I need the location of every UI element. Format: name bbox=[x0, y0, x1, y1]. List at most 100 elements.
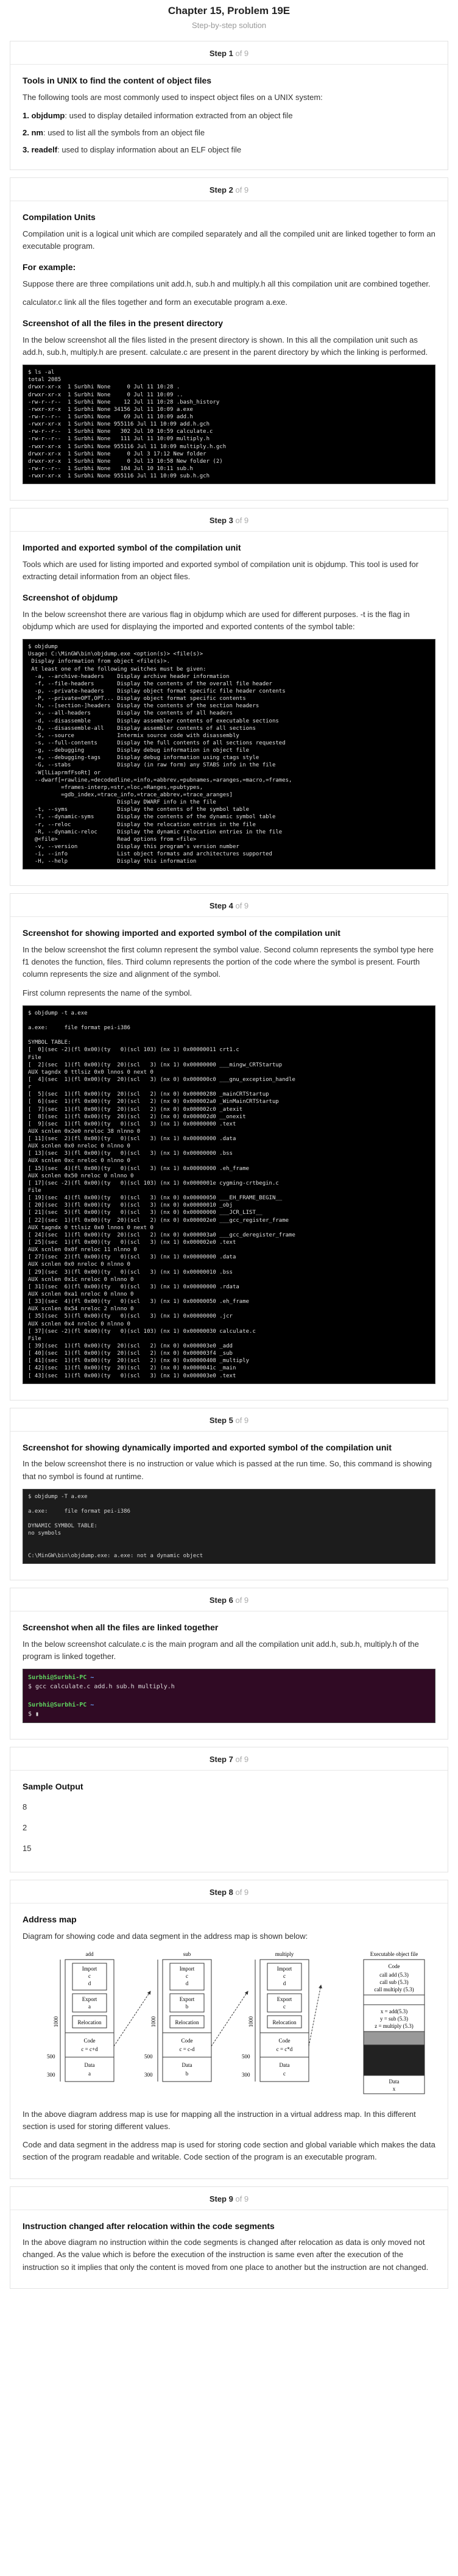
svg-text:a: a bbox=[88, 2071, 91, 2077]
svg-text:Data: Data bbox=[280, 2062, 290, 2068]
example-label: For example: bbox=[23, 262, 76, 273]
step-6-heading: Screenshot when all the files are linked… bbox=[23, 1622, 219, 1632]
step-5-header: Step 5 of 9 bbox=[10, 1408, 448, 1432]
step-2-subheading: Screenshot of all the files in the prese… bbox=[23, 318, 224, 329]
page-title: Chapter 15, Problem 19E bbox=[167, 5, 291, 16]
svg-text:Import: Import bbox=[277, 1966, 292, 1972]
terminal-symbol-table: $ objdump -t a.exe a.exe: file format pe… bbox=[23, 1005, 435, 1384]
svg-text:call sub (5.3): call sub (5.3) bbox=[379, 1979, 408, 1985]
list-item: 3. readelf: used to display information … bbox=[23, 145, 242, 155]
step-4-paragraph: First column represents the name of the … bbox=[23, 988, 192, 997]
svg-text:call multiply (5.3): call multiply (5.3) bbox=[374, 1986, 414, 1993]
step-3-heading: Imported and exported symbol of the comp… bbox=[23, 543, 241, 553]
svg-text:x = add(5.3): x = add(5.3) bbox=[381, 2008, 407, 2014]
svg-text:c: c bbox=[186, 1973, 188, 1979]
svg-text:sub: sub bbox=[183, 1951, 191, 1957]
svg-text:300: 300 bbox=[144, 2072, 153, 2078]
step-9-paragraph: In the above diagram no instruction with… bbox=[23, 2238, 429, 2272]
step-6-card: Step 6 of 9 Screenshot when all the file… bbox=[10, 1587, 448, 1739]
step-2-paragraph: calculator.c link all the files together… bbox=[23, 298, 288, 307]
page-header: Chapter 15, Problem 19E Step-by-step sol… bbox=[10, 0, 448, 34]
output-line: 8 bbox=[23, 1802, 27, 1811]
step-9-header: Step 9 of 9 bbox=[10, 2187, 448, 2210]
step-6-paragraph: In the below screenshot calculate.c is t… bbox=[23, 1639, 419, 1661]
step-9-heading: Instruction changed after relocation wit… bbox=[23, 2221, 275, 2231]
svg-text:Relocation: Relocation bbox=[273, 2019, 297, 2025]
step-1-intro: The following tools are most commonly us… bbox=[23, 92, 323, 102]
module-sub: sub Import c d Export b Relocation Code … bbox=[144, 1951, 248, 2082]
step-2-card: Step 2 of 9 Compilation Units Compilatio… bbox=[10, 177, 448, 501]
svg-text:c = c-d: c = c-d bbox=[179, 2046, 195, 2052]
svg-text:Executable object file: Executable object file bbox=[370, 1951, 418, 1957]
step-8-paragraph: Code and data segment in the address map… bbox=[23, 2140, 435, 2162]
svg-text:c: c bbox=[283, 1973, 286, 1979]
output-line: 2 bbox=[23, 1822, 27, 1832]
step-8-paragraph: Diagram for showing code and data segmen… bbox=[23, 1931, 308, 1941]
executable-object-file: Executable object file Code call add (5.… bbox=[363, 1951, 425, 2094]
svg-text:d: d bbox=[186, 1980, 189, 1986]
step-5-card: Step 5 of 9 Screenshot for showing dynam… bbox=[10, 1407, 448, 1580]
svg-text:Import: Import bbox=[180, 1966, 195, 1972]
svg-text:c: c bbox=[283, 2003, 286, 2010]
step-4-header: Step 4 of 9 bbox=[10, 894, 448, 918]
page-subtitle: Step-by-step solution bbox=[191, 21, 267, 30]
svg-text:d: d bbox=[283, 1980, 286, 1986]
svg-text:b: b bbox=[186, 2003, 189, 2010]
module-add: add Import c d Export a Relocation Code … bbox=[47, 1951, 151, 2082]
svg-text:300: 300 bbox=[47, 2072, 55, 2078]
list-item: 1. objdump: used to display detailed inf… bbox=[23, 110, 293, 120]
address-map-diagram: add Import c d Export a Relocation Code … bbox=[47, 1951, 425, 2094]
svg-text:x: x bbox=[393, 2086, 396, 2092]
step-3-card: Step 3 of 9 Imported and exported symbol… bbox=[10, 508, 448, 887]
svg-text:c = c*d: c = c*d bbox=[277, 2046, 293, 2052]
svg-text:c = c+d: c = c+d bbox=[81, 2046, 98, 2052]
step-3-paragraph: Tools which are used for listing importe… bbox=[23, 559, 419, 582]
step-2-paragraph: Compilation unit is a logical unit which… bbox=[23, 229, 435, 251]
svg-text:Code: Code bbox=[279, 2038, 291, 2044]
step-4-paragraph: In the below screenshot the first column… bbox=[23, 945, 434, 979]
svg-text:Relocation: Relocation bbox=[175, 2019, 199, 2025]
step-7-header: Step 7 of 9 bbox=[10, 1747, 448, 1771]
output-line: 15 bbox=[23, 1843, 32, 1853]
svg-text:Export: Export bbox=[82, 1996, 97, 2002]
svg-text:Data: Data bbox=[85, 2062, 95, 2068]
svg-text:c: c bbox=[283, 2071, 286, 2077]
svg-text:500: 500 bbox=[144, 2053, 153, 2060]
svg-text:1000: 1000 bbox=[150, 2016, 157, 2027]
step-8-paragraph: In the above diagram address map is use … bbox=[23, 2109, 416, 2132]
svg-text:Export: Export bbox=[180, 1996, 195, 2002]
svg-text:z = multiply (5.3): z = multiply (5.3) bbox=[375, 2023, 414, 2029]
step-3-header: Step 3 of 9 bbox=[10, 508, 448, 532]
svg-text:Import: Import bbox=[82, 1966, 97, 1972]
step-6-header: Step 6 of 9 bbox=[10, 1588, 448, 1611]
svg-text:Data: Data bbox=[389, 2078, 400, 2085]
step-9-card: Step 9 of 9 Instruction changed after re… bbox=[10, 2186, 448, 2289]
step-4-card: Step 4 of 9 Screenshot for showing impor… bbox=[10, 893, 448, 1400]
terminal-gcc-link: Surbhi@Surbhi-PC ~ $ gcc calculate.c add… bbox=[23, 1668, 435, 1723]
svg-text:1000: 1000 bbox=[248, 2016, 254, 2027]
svg-text:500: 500 bbox=[47, 2053, 55, 2060]
step-1-card: Step 1 of 9 Tools in UNIX to find the co… bbox=[10, 41, 448, 171]
svg-text:Code: Code bbox=[84, 2038, 96, 2044]
step-3-subheading: Screenshot of objdump bbox=[23, 593, 118, 603]
svg-text:c: c bbox=[88, 1973, 91, 1979]
module-multiply: multiply Import c d Export c Relocation … bbox=[242, 1951, 322, 2082]
svg-text:multiply: multiply bbox=[275, 1951, 294, 1957]
step-2-heading: Compilation Units bbox=[23, 212, 96, 223]
svg-text:y = sub (5.3): y = sub (5.3) bbox=[380, 2016, 408, 2022]
step-5-paragraph: In the below screenshot there is no inst… bbox=[23, 1459, 432, 1481]
svg-text:Export: Export bbox=[277, 1996, 292, 2002]
svg-text:1000: 1000 bbox=[53, 2016, 59, 2027]
step-1-header: Step 1 of 9 bbox=[10, 41, 448, 65]
step-1-heading: Tools in UNIX to find the content of obj… bbox=[23, 76, 212, 85]
terminal-dynamic-symbols: $ objdump -T a.exe a.exe: file format pe… bbox=[23, 1488, 435, 1564]
step-7-card: Step 7 of 9 Sample Output 8 2 15 bbox=[10, 1746, 448, 1873]
terminal-ls-screenshot: $ ls -al total 2085 drwxr-xr-x 1 Surbhi … bbox=[23, 365, 435, 485]
list-item: 2. nm: used to list all the symbols from… bbox=[23, 127, 205, 137]
step-8-heading: Address map bbox=[23, 1914, 77, 1925]
step-2-header: Step 2 of 9 bbox=[10, 178, 448, 202]
terminal-objdump-help: $ objdump Usage: C:\MinGW\bin\objdump.ex… bbox=[23, 639, 435, 870]
svg-text:Code: Code bbox=[389, 1963, 400, 1969]
step-2-paragraph: Suppose there are three compilations uni… bbox=[23, 279, 431, 288]
svg-text:call add (5.3): call add (5.3) bbox=[379, 1972, 409, 1978]
